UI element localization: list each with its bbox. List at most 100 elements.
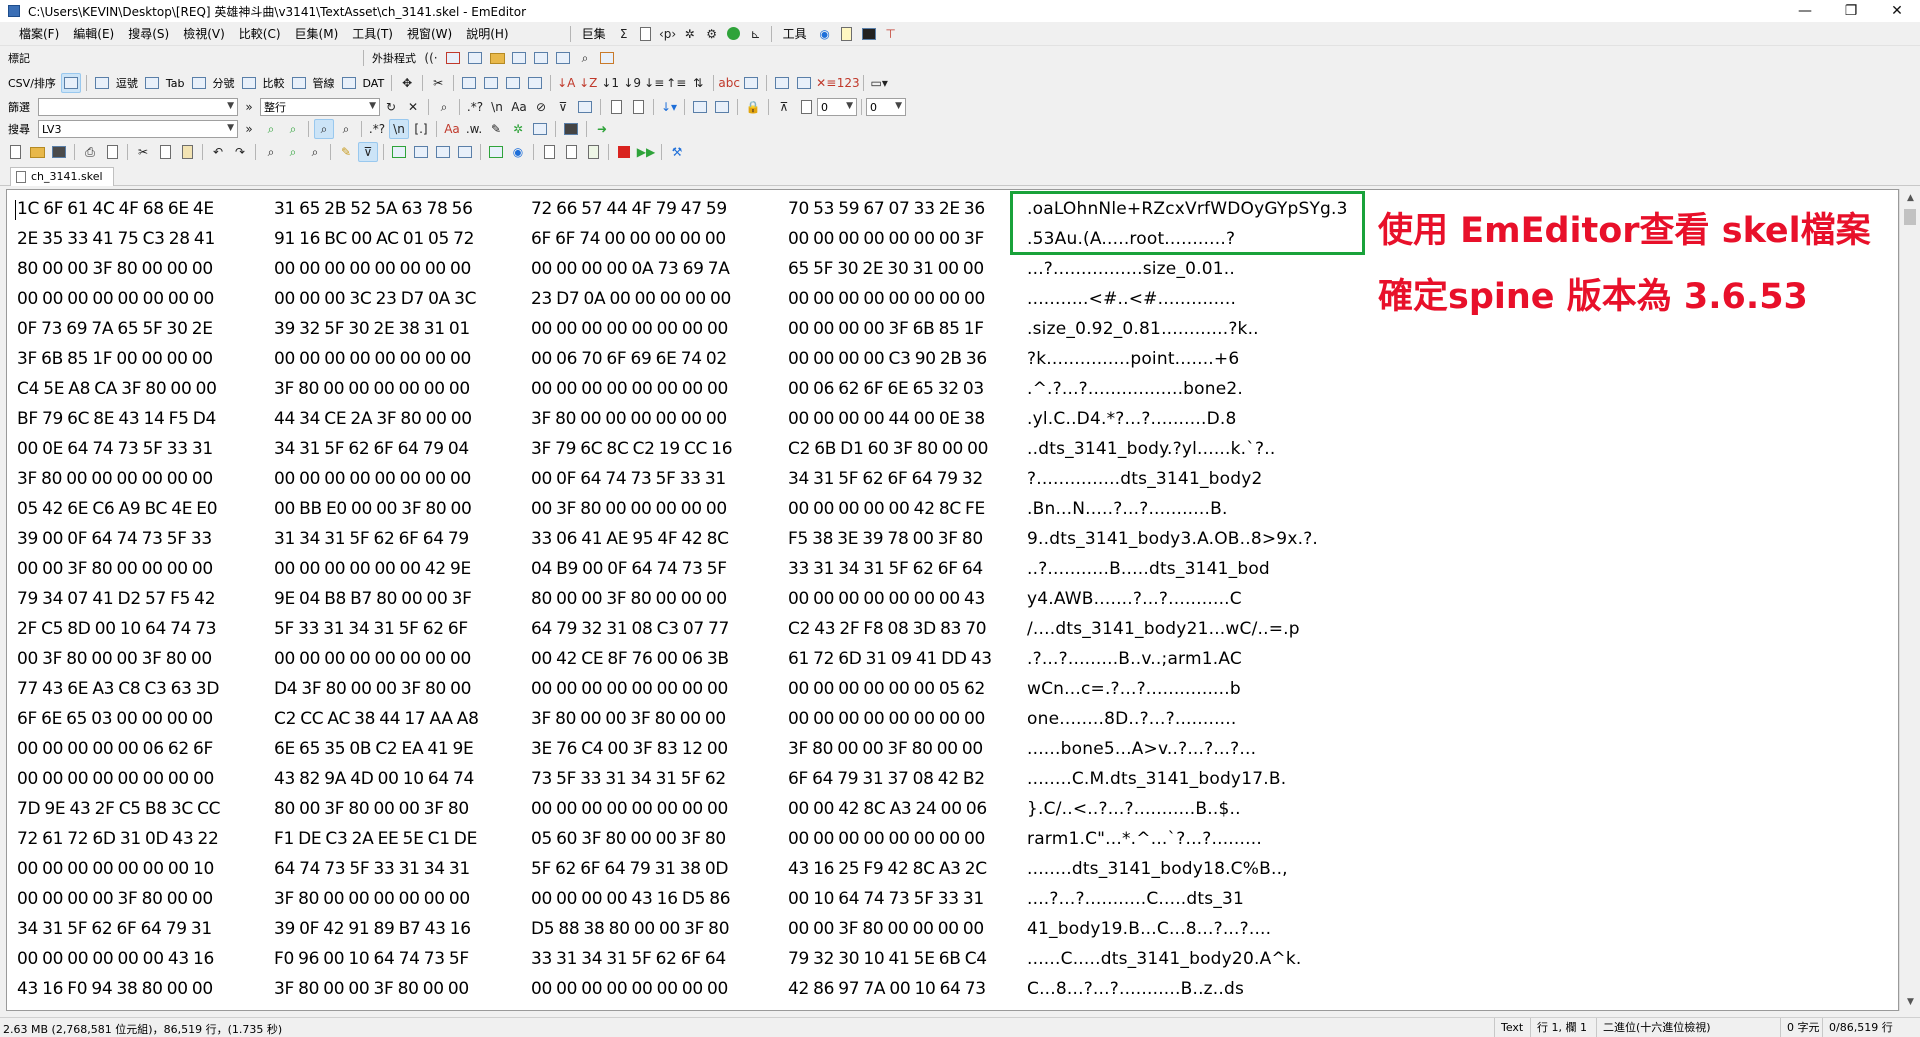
hex-byte-group[interactable]: 00 00 00 3C 23 D7 0A 3C <box>274 289 526 309</box>
hex-byte-group[interactable]: 79 32 30 10 41 5E 6B C4 <box>788 949 1040 969</box>
csv-toggle-icon[interactable] <box>389 142 409 162</box>
tab-ch-3141-skel[interactable]: ch_3141.skel <box>10 167 114 186</box>
search-match-case-icon[interactable]: Aa <box>442 119 462 139</box>
hex-byte-group[interactable]: 31 65 2B 52 5A 63 78 56 <box>274 199 526 219</box>
hex-row[interactable]: 00 3F 80 00 00 3F 80 00 00 00 00 00 00 00… <box>17 644 1040 674</box>
hex-row[interactable]: 00 00 00 00 00 00 00 00 43 82 9A 4D 00 10… <box>17 764 1040 794</box>
ascii-row[interactable]: .yl.C..D4.*?...?..........D.8 <box>1027 404 1347 434</box>
hex-byte-group[interactable]: 65 5F 30 2E 30 31 00 00 <box>788 259 1040 279</box>
hex-row[interactable]: 00 00 00 00 00 00 00 00 00 00 00 3C 23 D7… <box>17 284 1040 314</box>
plugin-word-count-icon[interactable] <box>553 48 573 68</box>
ascii-row[interactable]: ?k...............point.......+6 <box>1027 344 1347 374</box>
hex-byte-group[interactable]: 00 00 00 00 00 00 00 00 <box>274 649 526 669</box>
hex-row[interactable]: 72 61 72 6D 31 0D 43 22 F1 DE C3 2A EE 5E… <box>17 824 1040 854</box>
cut-icon[interactable]: ✂ <box>133 142 153 162</box>
sort-az-icon[interactable]: ↓A <box>556 73 576 93</box>
print-preview-icon[interactable] <box>102 142 122 162</box>
hex-byte-group[interactable]: 72 61 72 6D 31 0D 43 22 <box>17 829 269 849</box>
hex-byte-group[interactable]: 00 00 00 00 44 00 0E 38 <box>788 409 1040 429</box>
console-icon[interactable] <box>859 24 879 44</box>
hex-byte-group[interactable]: 34 31 5F 62 6F 64 79 32 <box>788 469 1040 489</box>
sort-num-asc-icon[interactable]: ↓1 <box>600 73 620 93</box>
filter-to-new-icon[interactable] <box>712 97 732 117</box>
hex-byte-group[interactable]: 00 06 70 6F 69 6E 74 02 <box>531 349 783 369</box>
negative-icon[interactable]: ⊘ <box>531 97 551 117</box>
escape-icon[interactable]: \n <box>487 97 507 117</box>
find-icon[interactable]: ⌕ <box>261 142 281 162</box>
hex-byte-group[interactable]: C2 43 2F F8 08 3D 83 70 <box>788 619 1040 639</box>
csv-semicolon-icon[interactable] <box>189 73 209 93</box>
ascii-row[interactable]: .size_0.92_0.81............?k.. <box>1027 314 1347 344</box>
hex-byte-group[interactable]: D5 88 38 80 00 00 3F 80 <box>531 919 783 939</box>
clear-filter-icon[interactable]: ✕ <box>403 97 423 117</box>
hex-byte-group[interactable]: 6E 65 35 0B C2 EA 41 9E <box>274 739 526 759</box>
hex-column[interactable]: 1C 6F 61 4C 4F 68 6E 4E 31 65 2B 52 5A 63… <box>17 194 1040 1004</box>
hex-byte-group[interactable]: 00 00 3F 80 00 00 00 00 <box>17 559 269 579</box>
delete-dupes-icon[interactable]: ✕≡ <box>816 73 836 93</box>
hex-byte-group[interactable]: 33 31 34 31 5F 62 6F 64 <box>531 949 783 969</box>
hex-byte-group[interactable]: 05 42 6E C6 A9 BC 4E E0 <box>17 499 269 519</box>
hex-byte-group[interactable]: 00 00 00 00 00 00 00 00 <box>17 289 269 309</box>
hex-byte-group[interactable]: BF 79 6C 8E 43 14 F5 D4 <box>17 409 269 429</box>
new-file-icon[interactable] <box>5 142 25 162</box>
sort-filter-icon[interactable] <box>690 97 710 117</box>
hex-byte-group[interactable]: 70 53 59 67 07 33 2E 36 <box>788 199 1040 219</box>
ascii-row[interactable]: ........C.M.dts_3141_body17.B. <box>1027 764 1347 794</box>
csv-mode-compare[interactable]: 比較 <box>260 75 288 91</box>
more-icon[interactable]: » <box>239 119 259 139</box>
encoding-icon[interactable] <box>539 142 559 162</box>
run-macro-icon[interactable] <box>724 24 744 44</box>
edit-macro-icon[interactable] <box>636 24 656 44</box>
hex-byte-group[interactable]: 5F 62 6F 64 79 31 38 0D <box>531 859 783 879</box>
hex-row[interactable]: 00 00 00 00 00 00 43 16 F0 96 00 10 64 74… <box>17 944 1040 974</box>
macro-gear-icon[interactable]: ⚙ <box>702 24 722 44</box>
hex-row[interactable]: 39 00 0F 64 74 73 5F 33 31 34 31 5F 62 6F… <box>17 524 1040 554</box>
hex-byte-group[interactable]: C2 CC AC 38 44 17 AA A8 <box>274 709 526 729</box>
csv-mode-pipe[interactable]: 管線 <box>310 75 338 91</box>
replace-icon[interactable]: ⌕ <box>305 142 325 162</box>
hex-byte-group[interactable]: 00 00 00 00 00 00 00 00 <box>788 829 1040 849</box>
plugin-snippets-icon[interactable] <box>509 48 529 68</box>
hex-byte-group[interactable]: 77 43 6E A3 C8 C3 63 3D <box>17 679 269 699</box>
hex-byte-group[interactable]: 00 00 00 00 00 00 05 62 <box>788 679 1040 699</box>
ascii-row[interactable]: ?...............dts_3141_body2 <box>1027 464 1347 494</box>
search-incremental-icon[interactable] <box>530 119 550 139</box>
close-button[interactable]: ✕ <box>1874 0 1920 22</box>
find-highlight-marker-icon[interactable]: ✎ <box>336 142 356 162</box>
hex-byte-group[interactable]: 00 00 00 00 00 00 00 00 <box>531 979 783 999</box>
hex-byte-group[interactable]: 00 0E 64 74 73 5F 33 31 <box>17 439 269 459</box>
hex-byte-group[interactable]: 5F 33 31 34 31 5F 62 6F <box>274 619 526 639</box>
menu-compare[interactable]: 比較(C) <box>232 22 288 46</box>
search-regex-icon[interactable]: .*? <box>367 119 387 139</box>
scroll-down-icon[interactable]: ▼ <box>1900 993 1920 1011</box>
csv-tab-icon[interactable] <box>142 73 162 93</box>
plugin-list-icon[interactable] <box>465 48 485 68</box>
csv-mode-comma[interactable]: 逗號 <box>113 75 141 91</box>
hex-byte-group[interactable]: 00 BB E0 00 00 3F 80 00 <box>274 499 526 519</box>
hex-byte-group[interactable]: 00 00 3F 80 00 00 00 00 <box>788 919 1040 939</box>
hex-byte-group[interactable]: 00 3F 80 00 00 3F 80 00 <box>17 649 269 669</box>
lines-before-icon[interactable]: ⊼ <box>774 97 794 117</box>
macro-options-icon[interactable]: ✲ <box>680 24 700 44</box>
menu-search[interactable]: 搜尋(S) <box>121 22 176 46</box>
hex-byte-group[interactable]: 00 00 00 00 00 00 00 00 <box>274 259 526 279</box>
csv-comma-icon[interactable] <box>92 73 112 93</box>
config-icon[interactable] <box>486 142 506 162</box>
hex-byte-group[interactable]: 43 16 F0 94 38 80 00 00 <box>17 979 269 999</box>
menu-window[interactable]: 視窗(W) <box>400 22 459 46</box>
find-all-icon[interactable]: ⌕ <box>336 119 356 139</box>
hex-byte-group[interactable]: 00 42 CE 8F 76 00 06 3B <box>531 649 783 669</box>
ascii-row[interactable]: /....dts_3141_body21...wC/..=.p <box>1027 614 1347 644</box>
hex-byte-group[interactable]: 6F 64 79 31 37 08 42 B2 <box>788 769 1040 789</box>
status-view[interactable]: 二進位(十六進位檢視) <box>1596 1018 1717 1037</box>
sigma-icon[interactable]: Σ <box>614 24 634 44</box>
scroll-up-icon[interactable]: ▲ <box>1900 189 1920 207</box>
hex-row[interactable]: 0F 73 69 7A 65 5F 30 2E 39 32 5F 30 2E 38… <box>17 314 1040 344</box>
pin-icon[interactable]: ⊤ <box>881 24 901 44</box>
hex-row[interactable]: 7D 9E 43 2F C5 B8 3C CC 80 00 3F 80 00 00… <box>17 794 1040 824</box>
ascii-row[interactable]: ........dts_3141_body18.C%B.., <box>1027 854 1347 884</box>
hex-byte-group[interactable]: 00 00 00 00 00 00 00 00 <box>274 349 526 369</box>
csv-header-icon[interactable] <box>503 73 523 93</box>
ascii-row[interactable]: 41_body19.B...C...8...?...?.... <box>1027 914 1347 944</box>
lines-after-select[interactable]: 0 ▼ <box>866 98 906 116</box>
